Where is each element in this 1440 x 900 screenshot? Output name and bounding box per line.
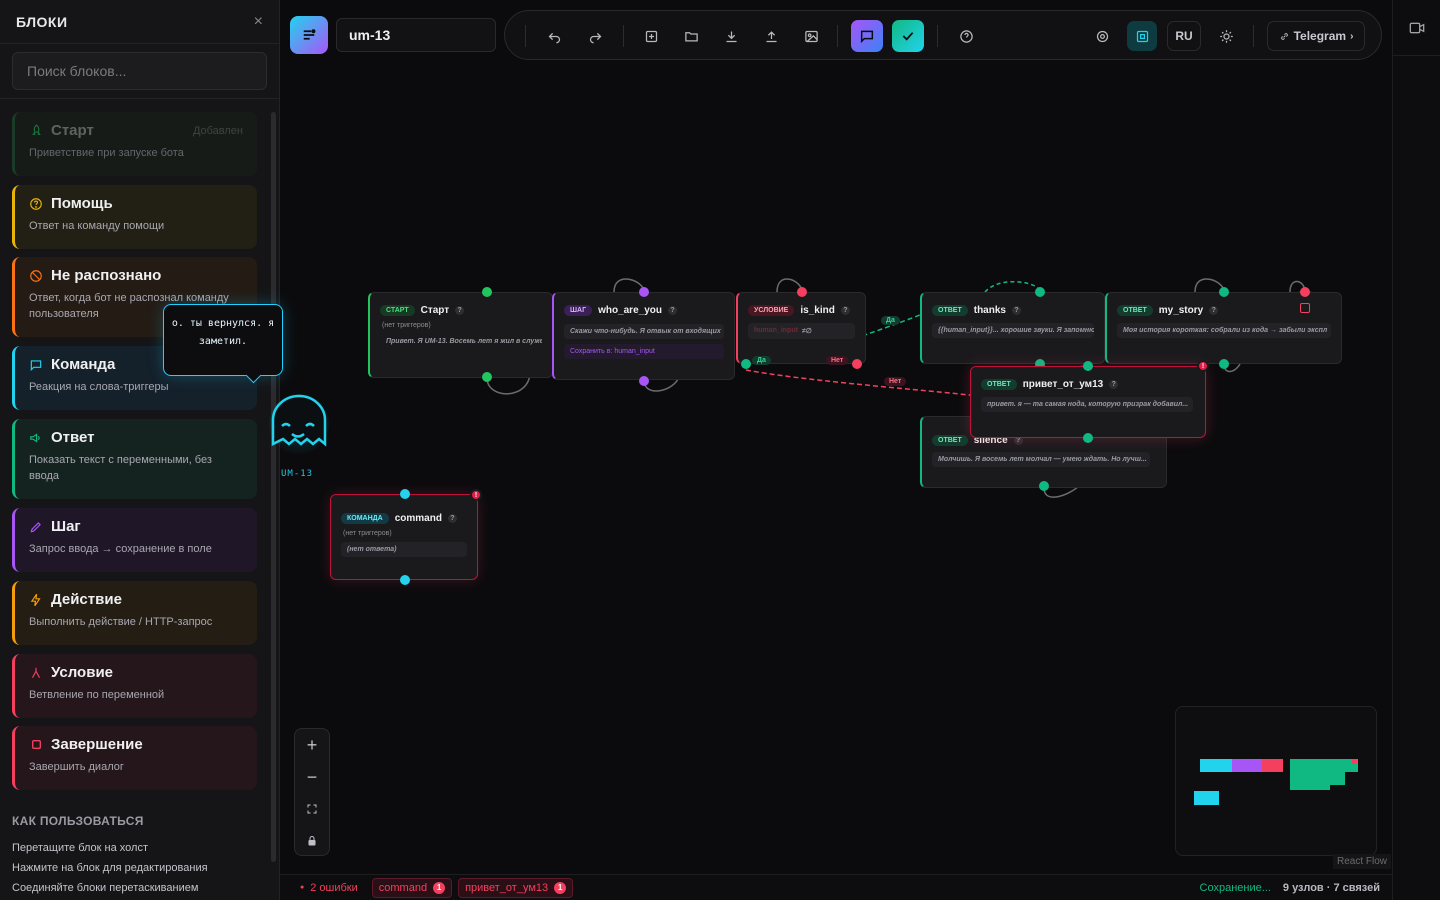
condition-op: ≠∅ bbox=[801, 328, 812, 335]
node-my-story-handle-in[interactable] bbox=[1219, 287, 1229, 297]
node-tag: ОТВЕТ bbox=[981, 379, 1017, 390]
info-icon[interactable]: ? bbox=[1109, 380, 1119, 389]
node-text: (нет ответа) bbox=[341, 542, 467, 557]
node-condition[interactable]: УСЛОВИЕ is_kind? human_input ≠∅ bbox=[736, 292, 866, 364]
no-handle[interactable] bbox=[852, 359, 862, 369]
info-icon[interactable]: ? bbox=[1011, 306, 1021, 315]
zoom-out-icon[interactable]: − bbox=[295, 761, 329, 793]
info-icon[interactable]: ? bbox=[667, 306, 677, 315]
node-triggers: (нет триггеров) bbox=[382, 322, 431, 329]
node-privet[interactable]: ОТВЕТ привет_от_ум13? привет. я — та сама… bbox=[970, 366, 1206, 438]
no-handle-label: Нет bbox=[826, 356, 849, 365]
node-text: привет. я — та самая нода, которую призр… bbox=[981, 397, 1193, 412]
zoom-controls: + − bbox=[294, 728, 330, 856]
node-title: thanks bbox=[973, 305, 1006, 316]
node-title: is_kind bbox=[800, 305, 835, 316]
node-start[interactable]: СТАРТ Старт? (нет триггеров) Привет. Я UM… bbox=[368, 292, 553, 378]
node-tag: УСЛОВИЕ bbox=[748, 305, 795, 316]
graph-summary: 9 узлов · 7 связей bbox=[1282, 881, 1380, 894]
yes-handle-label: Да bbox=[752, 356, 771, 365]
node-thanks-handle-in[interactable] bbox=[1035, 287, 1045, 297]
node-tag: ШАГ bbox=[564, 305, 593, 316]
node-title: who_are_you bbox=[598, 305, 662, 316]
node-thanks[interactable]: ОТВЕТ thanks? {{human_input}}... хорошие … bbox=[920, 292, 1105, 364]
node-save-field: Сохранить в: human_input bbox=[564, 344, 724, 359]
yes-handle[interactable] bbox=[741, 359, 751, 369]
node-error-badge[interactable]: ! bbox=[470, 489, 482, 501]
node-error-badge[interactable]: ! bbox=[1197, 360, 1209, 372]
node-title: привет_от_ум13 bbox=[1022, 379, 1104, 390]
node-step-handle-in[interactable] bbox=[639, 287, 649, 297]
react-flow-attribution[interactable]: React Flow bbox=[1333, 854, 1392, 869]
node-text: {{human_input}}... хорошие звуки. Я запо… bbox=[932, 323, 1094, 338]
node-title: command bbox=[394, 513, 442, 524]
node-start-handle-in[interactable] bbox=[482, 287, 492, 297]
node-privet-handle-in[interactable] bbox=[1083, 361, 1093, 371]
node-tag: СТАРТ bbox=[380, 305, 415, 316]
saving-status: Сохранение... bbox=[1199, 881, 1271, 894]
error-chip[interactable]: command 1 bbox=[371, 877, 453, 898]
status-bar: ● 2 ошибки command 1 привет_от_ум13 1 Сохра… bbox=[280, 874, 1392, 900]
node-title: my_story bbox=[1158, 305, 1204, 316]
zoom-in-icon[interactable]: + bbox=[295, 729, 329, 761]
edge-yes-label: Да bbox=[881, 316, 900, 325]
node-tag: КОМАНДА bbox=[341, 513, 389, 524]
node-command-handle-in[interactable] bbox=[400, 489, 410, 499]
node-text: Моя история короткая: собрали из кода → … bbox=[1117, 323, 1331, 338]
node-command-handle-out[interactable] bbox=[400, 575, 410, 585]
minimap-view bbox=[1194, 759, 1358, 805]
node-step[interactable]: ШАГ who_are_you? Скажи что-нибудь. Я отвы… bbox=[552, 292, 735, 380]
node-tag: ОТВЕТ bbox=[932, 305, 968, 316]
node-privet-handle-out[interactable] bbox=[1083, 433, 1093, 443]
node-my-story-handle-out[interactable] bbox=[1219, 359, 1229, 369]
error-count[interactable]: ● 2 ошибки bbox=[300, 882, 358, 894]
node-step-handle-out[interactable] bbox=[639, 376, 649, 386]
node-silence-handle-out[interactable] bbox=[1039, 481, 1049, 491]
edge-no-label: Нет bbox=[884, 377, 907, 386]
minimap[interactable] bbox=[1175, 706, 1377, 856]
end-node-handle[interactable] bbox=[1300, 287, 1310, 297]
info-icon[interactable]: ? bbox=[447, 514, 457, 523]
error-chip[interactable]: привет_от_ум13 1 bbox=[458, 877, 574, 898]
condition-var: human_input bbox=[754, 327, 798, 334]
lock-icon[interactable] bbox=[295, 825, 329, 857]
node-tag: ОТВЕТ bbox=[1117, 305, 1153, 316]
node-command[interactable]: КОМАНДА command? (нет триггеров) (нет отв… bbox=[330, 494, 478, 580]
node-text: Скажи что-нибудь. Я отвык от входящих bbox=[564, 324, 724, 339]
fit-view-icon[interactable] bbox=[295, 793, 329, 825]
info-icon[interactable]: ? bbox=[1209, 306, 1219, 315]
node-text: Молчишь. Я восемь лет молчал — умею ждат… bbox=[932, 452, 1150, 467]
node-text: Привет. Я UM-13. Восемь лет я жил в служ… bbox=[386, 338, 542, 345]
stop-square-icon bbox=[1300, 303, 1310, 313]
node-triggers: (нет триггеров) bbox=[343, 530, 392, 537]
info-icon[interactable]: ? bbox=[455, 306, 465, 315]
node-title: Старт bbox=[420, 305, 450, 316]
info-icon[interactable]: ? bbox=[840, 306, 850, 315]
node-condition-handle-in[interactable] bbox=[797, 287, 807, 297]
node-start-handle-out[interactable] bbox=[482, 372, 492, 382]
node-tag: ОТВЕТ bbox=[932, 435, 968, 446]
